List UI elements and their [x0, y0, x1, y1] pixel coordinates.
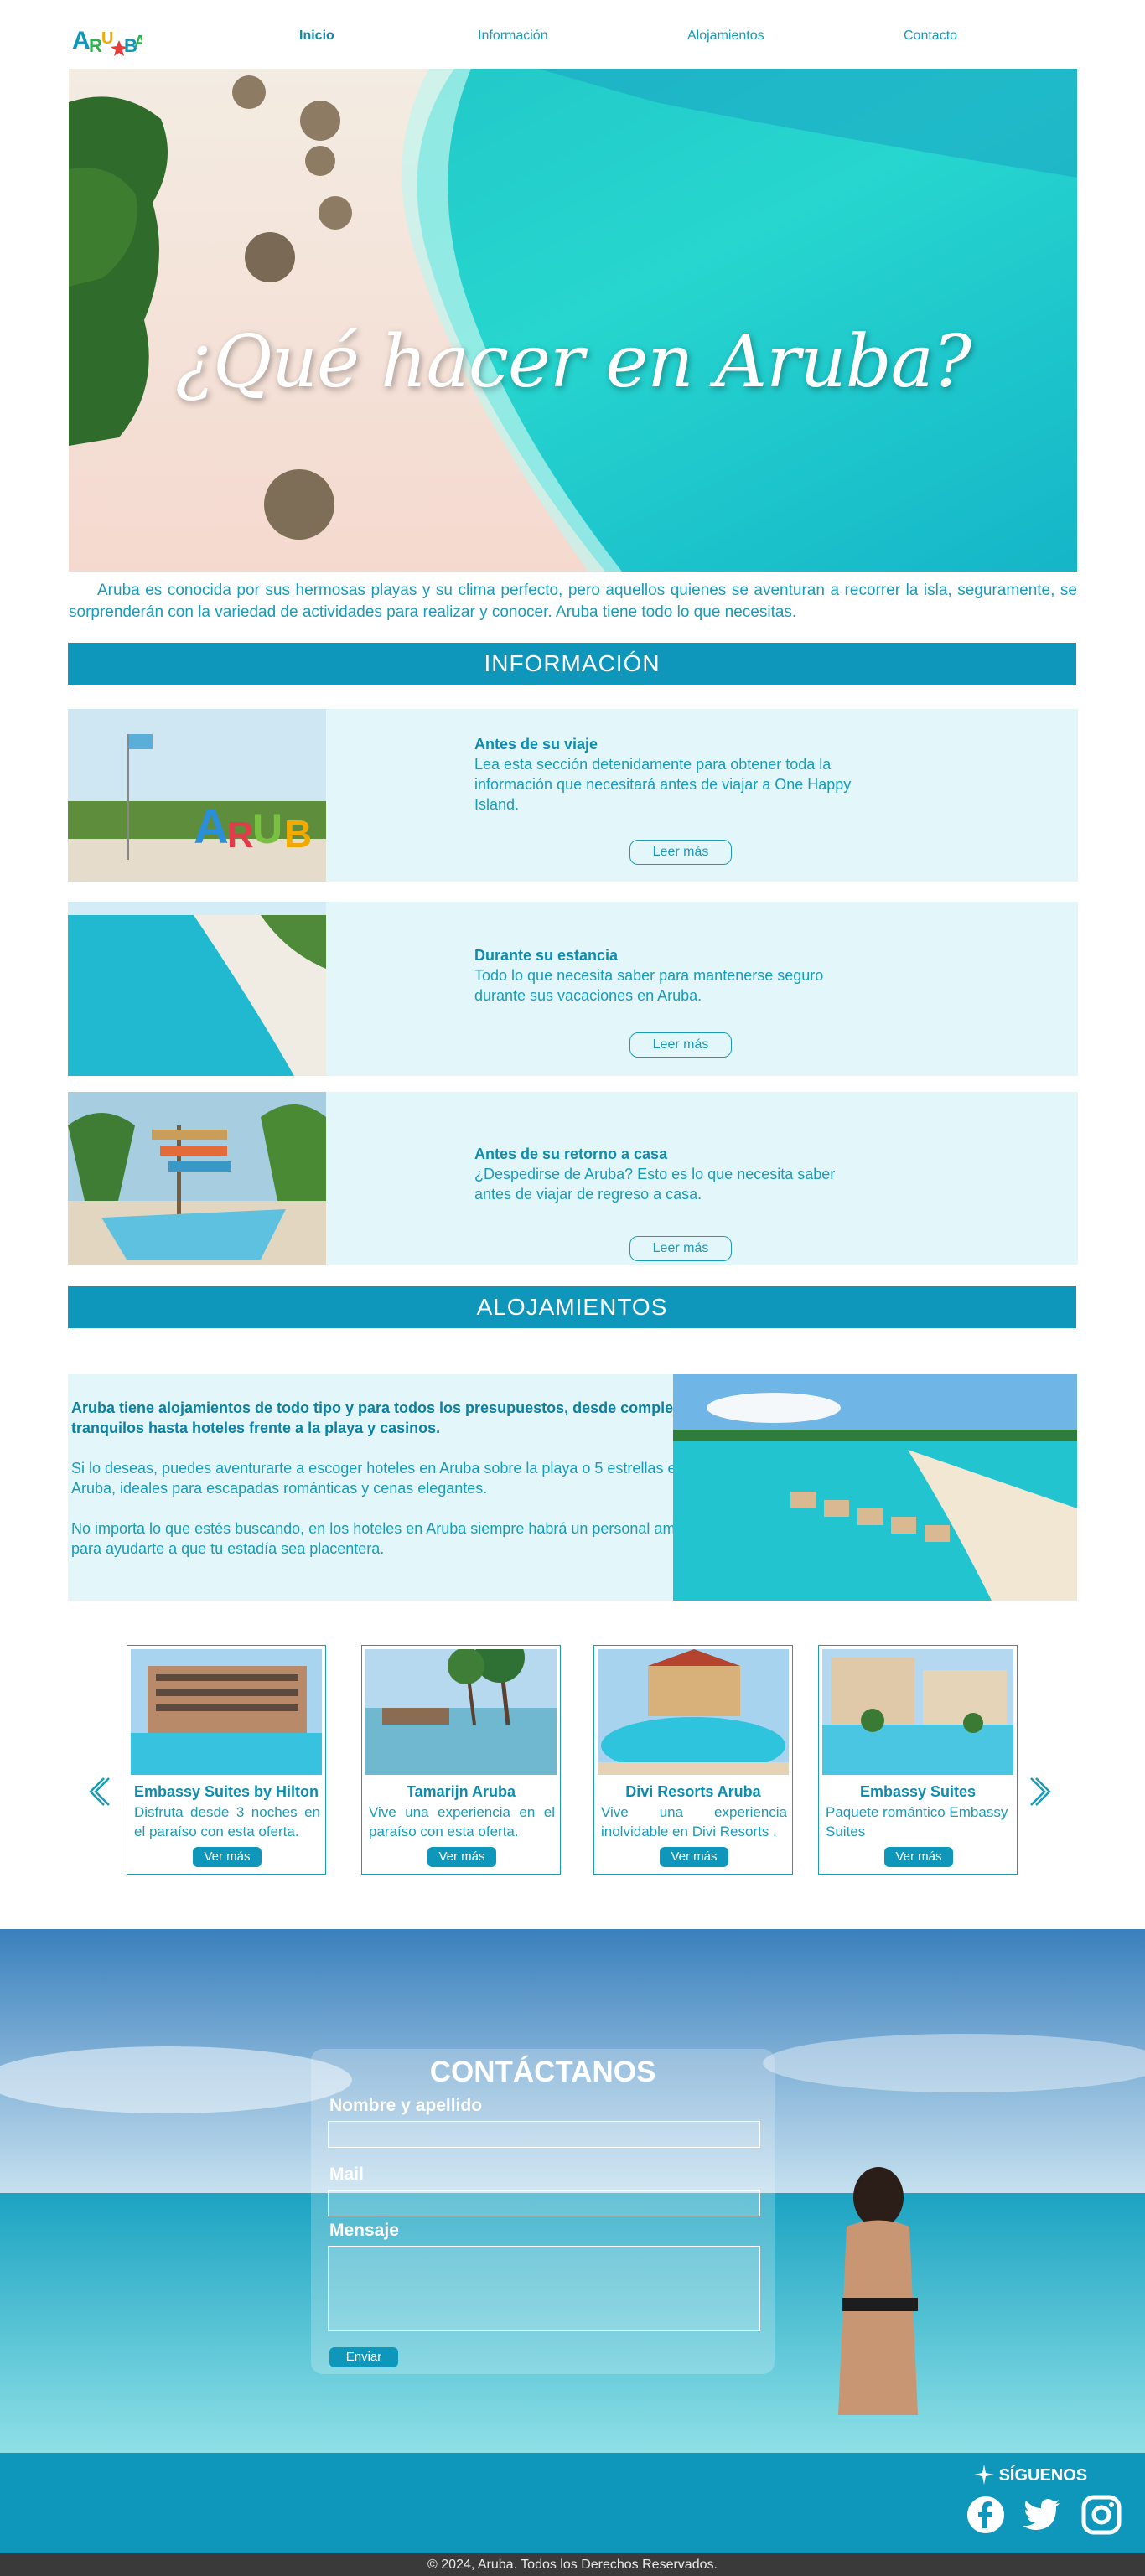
footer: SÍGUENOS	[0, 2453, 1145, 2553]
contact-title: CONTÁCTANOS	[429, 2056, 656, 2088]
copyright: © 2024, Aruba. Todos los Derechos Reserv…	[0, 2553, 1145, 2576]
hotel-card: Embassy Suites by Hilton Disfruta desde …	[127, 1645, 326, 1875]
ver-mas-button[interactable]: Ver más	[193, 1847, 262, 1867]
svg-text:A: A	[134, 33, 142, 51]
message-label: Mensaje	[329, 2221, 399, 2240]
hotel-description: Disfruta desde 3 noches en el paraíso co…	[134, 1804, 320, 1839]
info-card-antes-viaje: A R U B Antes de su viaje Lea esta secci…	[68, 709, 1078, 882]
nav-link-inicio[interactable]: Inicio	[299, 28, 334, 44]
ver-mas-button[interactable]: Ver más	[427, 1847, 496, 1867]
card-text: ¿Despedirse de Aruba? Esto es lo que nec…	[474, 1166, 836, 1203]
svg-text:U: U	[252, 805, 282, 852]
informacion-banner: INFORMACIÓN	[68, 643, 1076, 685]
svg-text:B: B	[284, 812, 312, 856]
alojamientos-banner: ALOJAMIENTOS	[68, 1286, 1076, 1328]
mail-label: Mail	[329, 2165, 364, 2184]
svg-text:A: A	[194, 799, 229, 854]
card-text: Todo lo que necesita saber para mantener…	[474, 967, 824, 1004]
hero-image: ¿Qué hacer en Aruba?	[69, 69, 1077, 572]
hotel-description: Vive una experiencia inolvidable en Divi…	[601, 1804, 787, 1839]
ver-mas-button[interactable]: Ver más	[660, 1847, 728, 1867]
aruba-sign-image: A R U B	[68, 709, 326, 882]
ver-mas-button[interactable]: Ver más	[884, 1847, 953, 1867]
beach-aerial-image	[68, 902, 326, 1076]
aruba-logo[interactable]: A R U B A	[72, 18, 146, 60]
intro-text: Aruba es conocida por sus hermosas playa…	[69, 582, 1077, 621]
card-title: Antes de su retorno a casa	[474, 1146, 668, 1162]
hotel-image	[365, 1649, 557, 1775]
contact-form: CONTÁCTANOS Nombre y apellido Mail Mensa…	[311, 2049, 775, 2374]
message-field[interactable]	[328, 2246, 760, 2331]
siguenos-text: SÍGUENOS	[998, 2466, 1088, 2485]
hotel-card: Divi Resorts Aruba Vive una experiencia …	[593, 1645, 793, 1875]
nav-link-contacto[interactable]: Contacto	[904, 28, 957, 44]
facebook-icon[interactable]	[966, 2495, 1006, 2535]
card-text: Lea esta sección detenidamente para obte…	[474, 756, 852, 813]
hotel-name: Embassy Suites by Hilton	[133, 1783, 319, 1800]
chevron-left-icon[interactable]	[82, 1775, 116, 1808]
mail-field[interactable]	[328, 2190, 760, 2216]
card-title: Antes de su viaje	[474, 736, 598, 753]
siguenos-label: SÍGUENOS	[974, 2465, 1087, 2490]
instagram-icon[interactable]	[1081, 2495, 1122, 2535]
alojamientos-lead: Aruba tiene alojamientos de todo tipo y …	[71, 1399, 696, 1436]
chevron-right-icon[interactable]	[1024, 1775, 1058, 1808]
card-title: Durante su estancia	[474, 947, 619, 964]
leer-mas-button[interactable]: Leer más	[629, 1236, 732, 1261]
name-label: Nombre y apellido	[329, 2096, 483, 2115]
hotel-image	[131, 1649, 322, 1775]
alojamientos-paragraph: No importa lo que estés buscando, en los…	[71, 1520, 704, 1557]
info-card-durante-estancia: Durante su estancia Todo lo que necesita…	[68, 902, 1078, 1076]
nav-link-informacion[interactable]: Información	[478, 28, 548, 44]
leer-mas-button[interactable]: Leer más	[629, 1032, 732, 1058]
hotel-name: Embassy Suites	[859, 1783, 977, 1800]
enviar-button[interactable]: Enviar	[329, 2347, 398, 2367]
hotel-description: Vive una experiencia en el paraíso con e…	[369, 1804, 555, 1839]
hotel-name: Tamarijn Aruba	[406, 1783, 516, 1800]
hero-title: ¿Qué hacer en Aruba?	[174, 320, 971, 404]
hotel-card: Tamarijn Aruba Vive una experiencia en e…	[361, 1645, 561, 1875]
top-navbar: A R U B A Inicio Información Alojamiento…	[0, 0, 1145, 69]
hotel-image	[598, 1649, 789, 1775]
hotel-card: Embassy Suites Paquete romántico Embassy…	[818, 1645, 1018, 1875]
info-card-retorno-casa: Antes de su retorno a casa ¿Despedirse d…	[68, 1092, 1078, 1265]
svg-text:R: R	[89, 35, 102, 56]
hotel-description: Paquete romántico Embassy Suites	[826, 1804, 1008, 1839]
alojamientos-paragraph: Si lo deseas, puedes aventurarte a escog…	[71, 1460, 685, 1497]
svg-text:R: R	[227, 815, 254, 856]
twitter-icon[interactable]	[1021, 2495, 1061, 2535]
alojamientos-text: Aruba tiene alojamientos de todo tipo y …	[71, 1398, 708, 1579]
hotel-image	[822, 1649, 1013, 1775]
alojamientos-intro: Aruba tiene alojamientos de todo tipo y …	[68, 1374, 1077, 1601]
svg-text:A: A	[72, 27, 91, 54]
svg-text:U: U	[101, 29, 113, 48]
hotel-name: Divi Resorts Aruba	[625, 1783, 761, 1800]
nav-link-alojamientos[interactable]: Alojamientos	[687, 28, 764, 44]
name-field[interactable]	[328, 2121, 760, 2148]
leer-mas-button[interactable]: Leer más	[629, 840, 732, 865]
star-icon	[974, 2465, 994, 2485]
overwater-bungalows-image	[673, 1374, 1077, 1601]
signpost-boat-image	[68, 1092, 326, 1265]
